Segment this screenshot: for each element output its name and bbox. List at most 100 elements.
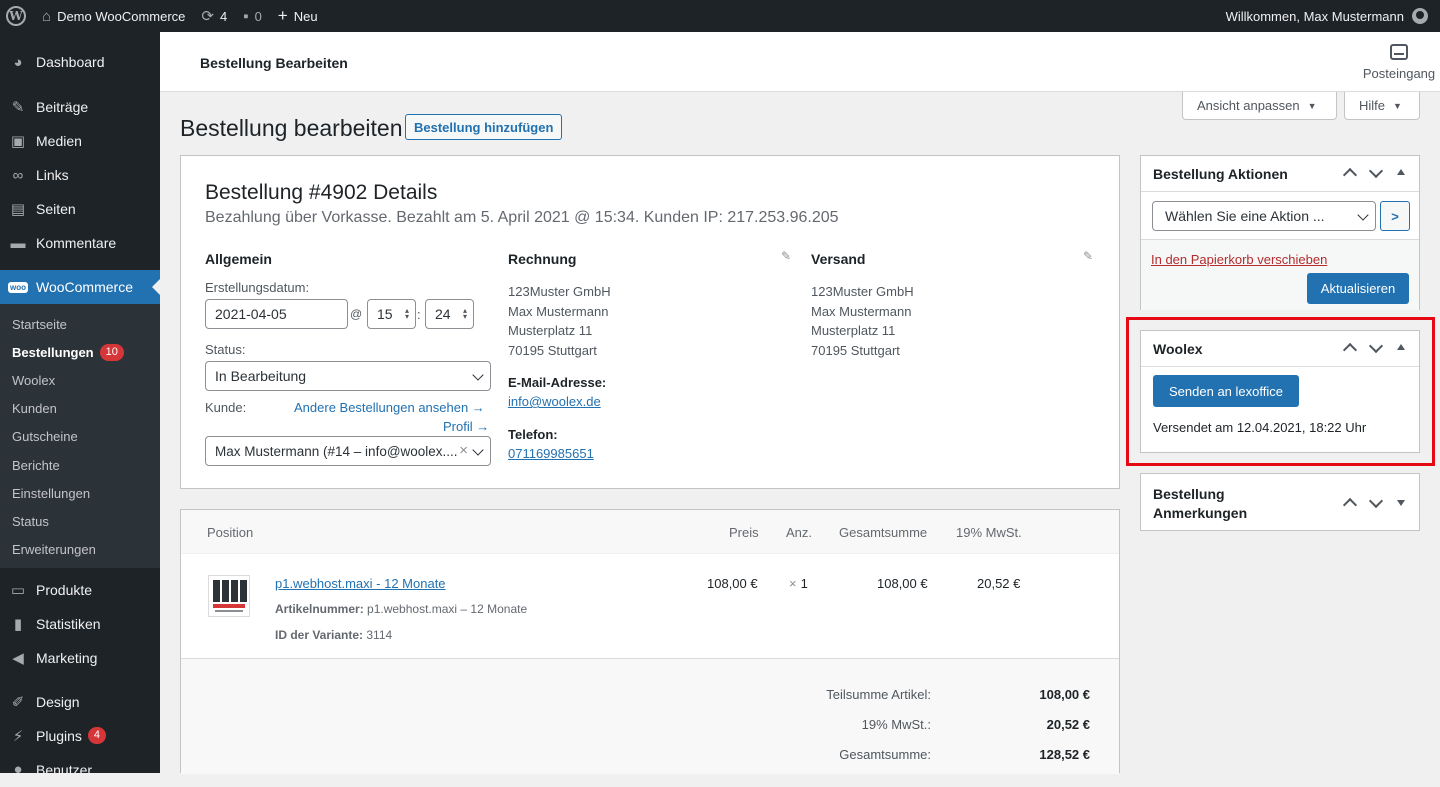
menu-label: Kommentare (36, 235, 117, 251)
box-title: Bestellung Anmerkungen (1153, 485, 1247, 523)
edit-billing-icon[interactable]: ✎ (781, 249, 791, 263)
move-up-icon[interactable] (1343, 496, 1355, 508)
product-link[interactable]: p1.webhost.maxi - 12 Monate (275, 576, 446, 591)
address-line: Musterplatz 11 (811, 323, 896, 338)
menu-posts[interactable]: ✎ Beiträge (0, 90, 160, 124)
inbox-button[interactable]: Posteingang (1360, 44, 1438, 81)
update-button[interactable]: Aktualisieren (1307, 273, 1409, 304)
status-select[interactable]: In Bearbeitung (205, 361, 491, 391)
megaphone-icon: ◀ (12, 649, 24, 667)
grand-total-label: Gesamtsumme: (839, 747, 931, 762)
variation-value: 3114 (366, 628, 393, 642)
menu-label: Seiten (36, 201, 76, 217)
submenu-kunden[interactable]: Kunden (0, 395, 160, 423)
submenu-label: Bestellungen (12, 344, 94, 360)
clear-icon[interactable]: × (459, 442, 468, 459)
inbox-icon (1390, 44, 1408, 60)
submenu-bestellungen[interactable]: Bestellungen 10 (0, 338, 160, 366)
comment-icon: ▬ (10, 234, 26, 252)
date-input[interactable]: 2021-04-05 (205, 299, 348, 329)
add-order-button[interactable]: Bestellung hinzufügen (405, 114, 563, 140)
phone-label: Telefon: (508, 427, 558, 442)
chevron-down-icon (472, 444, 484, 456)
users-icon: ● (13, 761, 23, 779)
menu-benutzer[interactable]: ● Benutzer (0, 753, 160, 787)
trash-link[interactable]: In den Papierkorb verschieben (1151, 252, 1327, 267)
menu-design[interactable]: ✐ Design (0, 685, 160, 719)
menu-media[interactable]: ▣ Medien (0, 124, 160, 158)
customer-value: Max Mustermann (#14 – info@woolex.... (215, 443, 458, 459)
menu-label: Design (36, 693, 80, 710)
move-down-icon[interactable] (1369, 496, 1381, 508)
email-link[interactable]: info@woolex.de (508, 394, 601, 409)
collapse-toggle-icon[interactable] (1395, 166, 1407, 178)
account-menu[interactable]: Willkommen, Max Mustermann (1226, 8, 1440, 24)
order-action-select[interactable]: Wählen Sie eine Aktion ... (1152, 201, 1376, 231)
chevron-right-icon: > (1391, 208, 1399, 224)
expand-toggle-icon[interactable] (1395, 496, 1407, 508)
submenu-woolex[interactable]: Woolex (0, 366, 160, 394)
apply-action-button[interactable]: > (1380, 201, 1410, 231)
woocommerce-header: Bestellung Bearbeiten Posteingang (160, 32, 1440, 92)
plugins-update-badge: 4 (87, 727, 107, 745)
plus-icon: + (277, 6, 288, 25)
qty-multiply: × (789, 576, 797, 591)
profile-link[interactable]: Profil → (443, 419, 489, 434)
screen-options-label: Ansicht anpassen (1197, 98, 1300, 113)
plugin-icon: ⚡ (12, 727, 24, 745)
customer-select[interactable]: Max Mustermann (#14 – info@woolex.... × (205, 436, 491, 466)
admin-bar: W ⌂ Demo WooCommerce ⟳ 4 ▪ 0 + Neu Willk… (0, 0, 1440, 32)
menu-comments[interactable]: ▬ Kommentare (0, 226, 160, 260)
minute-input[interactable]: 24 ▴ ▾ (425, 299, 474, 329)
col-price: Preis (729, 525, 759, 540)
menu-marketing[interactable]: ◀ Marketing (0, 641, 160, 675)
item-price: 108,00 € (707, 576, 758, 591)
phone-link[interactable]: 071169985651 (508, 446, 594, 461)
move-down-icon[interactable] (1369, 166, 1381, 178)
admin-sidebar: ◕ Dashboard ✎ Beiträge ▣ Medien ∞ Links … (0, 32, 160, 778)
menu-label: Plugins (36, 727, 82, 744)
bar-chart-icon: ▮ (13, 615, 23, 633)
submenu-startseite[interactable]: Startseite (0, 310, 160, 338)
menu-label: Produkte (36, 581, 93, 598)
menu-label: Benutzer (36, 761, 93, 778)
woocommerce-icon-label: woo (8, 281, 28, 293)
screen-options-button[interactable]: Ansicht anpassen ▼ (1182, 92, 1337, 120)
submenu-gutscheine[interactable]: Gutscheine (0, 423, 160, 451)
new-label: Neu (293, 8, 318, 24)
item-qty: 1 (800, 576, 808, 591)
menu-woocommerce[interactable]: woo WooCommerce (0, 270, 160, 304)
menu-dashboard[interactable]: ◕ Dashboard (0, 44, 160, 80)
wordpress-logo-button[interactable]: W (0, 0, 34, 32)
order-meta: Bezahlung über Vorkasse. Bezahlt am 5. A… (205, 209, 839, 226)
order-actions-box: Bestellung Aktionen Wählen Sie eine Akti… (1140, 155, 1420, 310)
comments-link[interactable]: ▪ 0 (235, 0, 270, 32)
help-button[interactable]: Hilfe ▼ (1344, 92, 1420, 120)
woocommerce-submenu: Startseite Bestellungen 10 Woolex Kunden … (0, 304, 160, 568)
product-thumbnail[interactable] (208, 575, 250, 617)
new-content-link[interactable]: + Neu (270, 0, 326, 32)
media-icon: ▣ (10, 133, 26, 150)
chevron-down-icon (472, 369, 484, 381)
menu-links[interactable]: ∞ Links (0, 158, 160, 192)
archive-icon: ▭ (10, 581, 26, 599)
submenu-label: Erweiterungen (12, 542, 96, 558)
menu-produkte[interactable]: ▭ Produkte (0, 573, 160, 607)
submenu-einstellungen[interactable]: Einstellungen (0, 479, 160, 507)
submenu-berichte[interactable]: Berichte (0, 451, 160, 479)
page-title: Bestellung bearbeiten (180, 115, 403, 141)
menu-pages[interactable]: ▤ Seiten (0, 192, 160, 226)
edit-shipping-icon[interactable]: ✎ (1083, 249, 1093, 263)
menu-statistiken[interactable]: ▮ Statistiken (0, 607, 160, 641)
submenu-status[interactable]: Status (0, 507, 160, 535)
move-up-icon[interactable] (1343, 166, 1355, 178)
hour-input[interactable]: 15 ▴ ▾ (367, 299, 416, 329)
site-name-link[interactable]: ⌂ Demo WooCommerce (34, 0, 193, 32)
at-sign: @ (350, 307, 363, 321)
menu-label: Links (36, 167, 69, 183)
updates-link[interactable]: ⟳ 4 (193, 0, 235, 32)
submenu-erweiterungen[interactable]: Erweiterungen (0, 536, 160, 564)
other-orders-link[interactable]: Andere Bestellungen ansehen → (294, 400, 485, 415)
help-label: Hilfe (1359, 98, 1386, 113)
menu-plugins[interactable]: ⚡ Plugins 4 (0, 719, 160, 753)
